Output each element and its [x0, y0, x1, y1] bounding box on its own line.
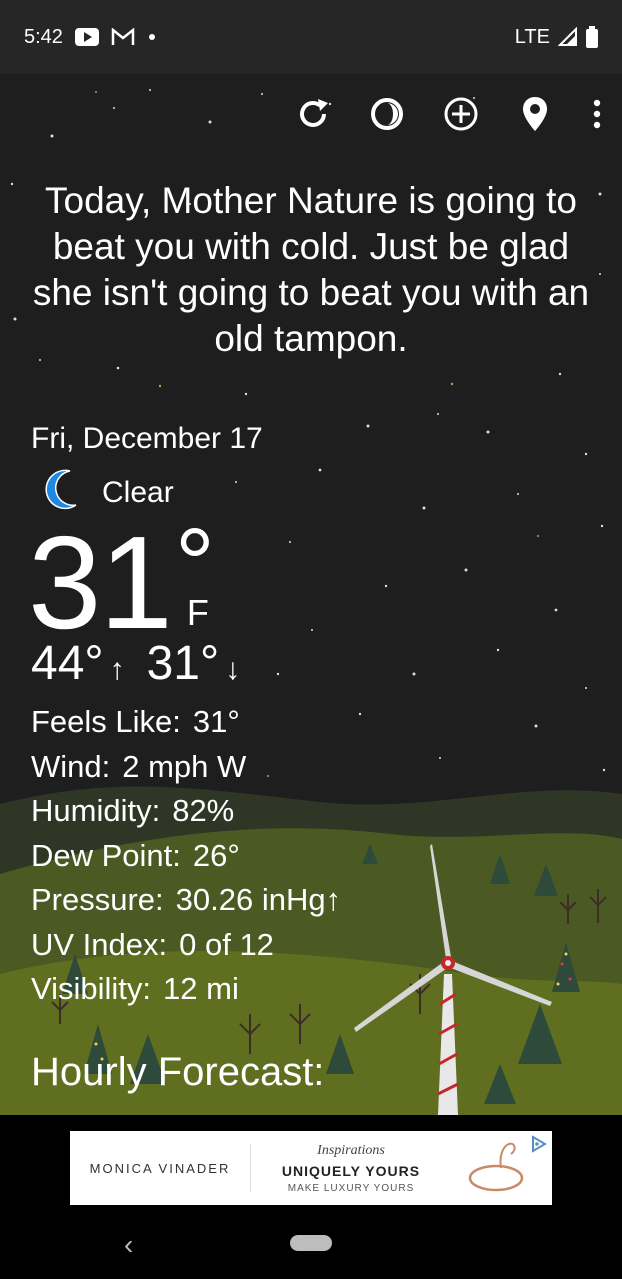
detail-wind: Wind: 2 mph W	[31, 745, 341, 790]
youtube-icon	[74, 28, 99, 46]
home-pill[interactable]	[290, 1235, 332, 1251]
detail-uv-index: UV Index: 0 of 12	[31, 923, 341, 968]
location-pin-icon[interactable]	[516, 95, 554, 133]
detail-value: 30.26 inHg↑	[175, 882, 342, 917]
detail-value: 0 of 12	[179, 926, 274, 962]
detail-value: 12 mi	[163, 971, 239, 1006]
detail-label: Pressure:	[31, 882, 164, 917]
ad-brand: MONICA VINADER	[89, 1160, 231, 1176]
low-temperature: 31°	[146, 637, 220, 690]
hourly-forecast-title: Hourly Forecast:	[31, 1050, 325, 1094]
signal-icon	[558, 27, 578, 47]
detail-value: 31°	[192, 704, 240, 739]
detail-value: 2 mph W	[122, 748, 247, 784]
toolbar	[294, 95, 604, 133]
detail-pressure: Pressure: 30.26 inHg↑	[31, 878, 341, 923]
detail-label: Wind:	[31, 748, 111, 784]
forecast-date: Fri, December 17	[31, 422, 263, 455]
up-arrow-icon: ↑	[109, 653, 125, 686]
ad-subline: MAKE LUXURY YOURS	[287, 1182, 415, 1194]
refresh-icon[interactable]	[294, 95, 332, 133]
dot-icon	[147, 32, 157, 42]
detail-value: 82%	[172, 793, 235, 828]
network-label: LTE	[514, 25, 550, 48]
detail-feels-like: Feels Like: 31°	[31, 700, 341, 745]
detail-value: 26°	[192, 837, 240, 873]
detail-visibility: Visibility: 12 mi	[31, 967, 341, 1012]
more-icon[interactable]	[590, 95, 604, 133]
detail-label: Feels Like:	[31, 704, 181, 739]
theme-icon[interactable]	[368, 95, 406, 133]
high-low-row: 44° ↑ 31° ↓	[31, 636, 256, 691]
detail-label: UV Index:	[31, 926, 168, 962]
down-arrow-icon: ↓	[225, 653, 241, 686]
system-nav-bar: ‹	[0, 1211, 622, 1279]
gmail-icon	[111, 28, 135, 46]
weather-details: Feels Like: 31° Wind: 2 mph W Humidity: 82%…	[31, 700, 341, 1012]
battery-icon	[586, 26, 598, 48]
bracelet-image	[451, 1138, 541, 1198]
ad-choices-icon[interactable]	[530, 1135, 548, 1158]
detail-label: Dew Point:	[31, 837, 181, 873]
detail-humidity: Humidity: 82%	[31, 789, 341, 834]
detail-label: Visibility:	[31, 971, 152, 1006]
weather-quote: Today, Mother Nature is going to beat yo…	[32, 180, 590, 359]
detail-dew-point: Dew Point: 26°	[31, 834, 341, 879]
add-location-icon[interactable]	[442, 95, 480, 133]
ad-bar: MONICA VINADER Inspirations UNIQUELY YOU…	[0, 1115, 622, 1211]
ad-tagline: Inspirations	[317, 1142, 385, 1158]
high-temperature: 44°	[31, 637, 104, 690]
detail-label: Humidity:	[31, 793, 161, 828]
condition-label: Clear	[102, 476, 174, 509]
temperature-unit: F	[186, 592, 209, 633]
back-icon[interactable]: ‹	[124, 1229, 133, 1261]
status-time: 5:42	[24, 25, 63, 48]
ad-copy: Inspirations UNIQUELY YOURS MAKE LUXURY …	[251, 1143, 451, 1194]
ad-banner[interactable]: MONICA VINADER Inspirations UNIQUELY YOU…	[70, 1131, 552, 1205]
ad-headline: UNIQUELY YOURS	[281, 1162, 421, 1179]
status-bar: 5:42 LTE	[0, 0, 622, 74]
